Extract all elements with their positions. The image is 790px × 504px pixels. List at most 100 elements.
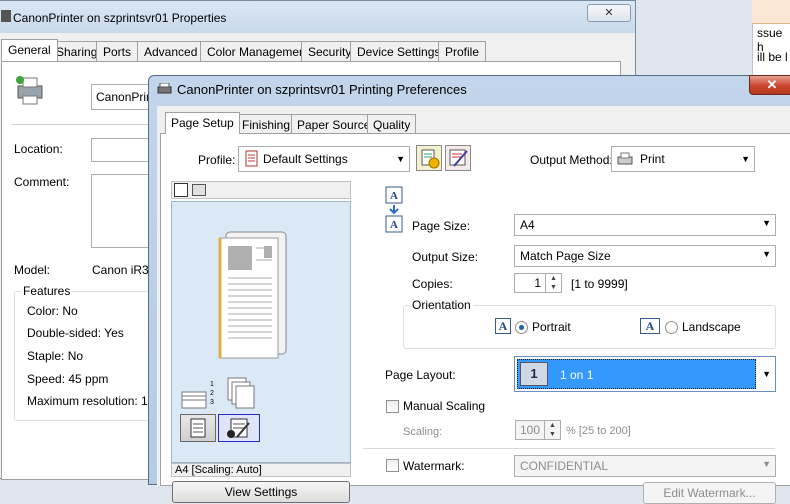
page-size-dropdown[interactable]: A4 ▼ — [514, 214, 776, 236]
edit-profile-icon — [449, 149, 468, 167]
svg-text:2: 2 — [210, 390, 214, 397]
watermark-value: CONFIDENTIAL — [520, 459, 609, 473]
scaling-range: % [25 to 200] — [566, 425, 631, 437]
copies-spinner[interactable]: 1 ▲ ▼ — [514, 273, 562, 293]
output-stack-icon: 1 2 3 — [181, 377, 255, 409]
preview-printer-icon[interactable] — [192, 184, 206, 196]
profile-icon — [245, 150, 258, 167]
watermark-label: Watermark: — [403, 459, 465, 473]
portrait-radio[interactable] — [515, 321, 528, 334]
properties-title: CanonPrinter on szprintsvr01 Properties — [13, 11, 227, 25]
divider — [12, 124, 152, 125]
page-layout-selected: 1 1 on 1 — [517, 359, 756, 389]
output-method-label: Output Method: — [530, 153, 613, 167]
tab-advanced[interactable]: Advanced — [137, 41, 205, 61]
properties-titlebar: CanonPrinter on szprintsvr01 Properties … — [0, 1, 635, 33]
output-method-dropdown[interactable]: Print ▼ — [611, 146, 755, 172]
background-window-banner — [752, 0, 790, 24]
tab-ports[interactable]: Ports — [96, 41, 139, 61]
landscape-icon: A — [640, 318, 660, 334]
add-profile-button[interactable] — [416, 145, 442, 171]
edit-profile-button[interactable] — [445, 145, 471, 171]
background-text-line: ill be l — [757, 50, 788, 64]
chevron-down-icon: ▼ — [762, 459, 771, 469]
profile-value: Default Settings — [263, 152, 348, 166]
page-setup-panel: Profile: Default Settings ▼ Output Metho… — [160, 133, 790, 504]
copies-range: [1 to 9999] — [571, 277, 628, 291]
feature-speed: Speed: 45 ppm — [27, 372, 109, 386]
preview-caption: A4 [Scaling: Auto] — [171, 463, 351, 477]
tab-general[interactable]: General — [1, 39, 58, 61]
chevron-down-icon: ▼ — [762, 249, 771, 259]
watermark-dropdown[interactable]: CONFIDENTIAL ▼ — [514, 455, 776, 477]
printer-icon — [157, 83, 172, 94]
svg-text:3: 3 — [210, 399, 214, 406]
tab-color-management[interactable]: Color Management — [200, 41, 317, 61]
landscape-label: Landscape — [682, 320, 741, 334]
tab-quality[interactable]: Quality — [367, 114, 417, 134]
svg-text:A: A — [390, 219, 398, 231]
manual-scaling-checkbox[interactable] — [386, 400, 399, 413]
page-layout-dropdown[interactable]: 1 1 on 1 ▼ — [514, 356, 776, 392]
spinner-arrows-icon[interactable]: ▲ ▼ — [545, 274, 561, 292]
divider — [363, 448, 775, 449]
tab-device-settings[interactable]: Device Settings — [350, 41, 448, 61]
output-method-value: Print — [640, 152, 665, 166]
comment-field[interactable] — [91, 174, 151, 248]
tab-profile[interactable]: Profile — [438, 41, 487, 61]
chevron-down-icon: ▼ — [762, 218, 771, 228]
portrait-icon: A — [495, 318, 511, 334]
print-icon — [617, 152, 633, 165]
settings-edit-icon — [227, 418, 250, 438]
preferences-body: Page Setup Finishing Paper Source Qualit… — [157, 106, 790, 504]
features-title: Features — [21, 284, 73, 298]
preview-page-icon[interactable] — [174, 183, 188, 197]
preview-toolbar — [171, 181, 351, 199]
feature-double-sided: Double-sided: Yes — [27, 326, 124, 340]
chevron-down-icon: ▼ — [741, 154, 750, 164]
location-field[interactable] — [91, 138, 151, 162]
preview-panel: 1 2 3 — [171, 201, 351, 463]
page-size-label: Page Size: — [412, 219, 471, 233]
scaling-label: Scaling: — [403, 426, 443, 438]
settings-view-button[interactable] — [218, 414, 260, 442]
svg-text:A: A — [390, 190, 398, 202]
page-size-icon: A A — [385, 186, 403, 233]
tab-finishing[interactable]: Finishing — [236, 114, 297, 134]
page-size-value: A4 — [520, 218, 535, 232]
preferences-title: CanonPrinter on szprintsvr01 Printing Pr… — [177, 82, 467, 97]
chevron-down-icon: ▼ — [762, 369, 771, 379]
location-label: Location: — [14, 142, 63, 156]
scaling-value: 100 — [519, 423, 540, 437]
properties-close-button[interactable]: ✕ — [587, 4, 631, 22]
page-icon — [190, 418, 206, 438]
scaling-spinner[interactable]: 100 ▲ ▼ — [515, 420, 561, 440]
copies-value: 1 — [534, 276, 541, 290]
orientation-group: Orientation A Portrait A Landscape — [403, 298, 776, 349]
profile-label: Profile: — [198, 153, 236, 167]
profile-dropdown[interactable]: Default Settings ▼ — [238, 146, 410, 172]
feature-color: Color: No — [27, 304, 78, 318]
page-layout-label: Page Layout: — [385, 368, 456, 382]
comment-label: Comment: — [14, 175, 70, 189]
spinner-arrows-icon[interactable]: ▲ ▼ — [544, 421, 560, 439]
model-value: Canon iR3: — [92, 263, 153, 277]
printer-name-value: CanonPrin — [96, 90, 153, 104]
tab-paper-source[interactable]: Paper Source — [291, 114, 377, 134]
edit-watermark-button[interactable]: Edit Watermark... — [643, 482, 776, 504]
output-size-dropdown[interactable]: Match Page Size ▼ — [514, 245, 776, 267]
landscape-radio[interactable] — [665, 321, 678, 334]
portrait-label: Portrait — [532, 320, 571, 334]
watermark-checkbox[interactable] — [386, 459, 399, 472]
orientation-title: Orientation — [410, 298, 473, 312]
feature-staple: Staple: No — [27, 349, 84, 363]
tab-page-setup[interactable]: Page Setup — [165, 112, 240, 134]
view-settings-button[interactable]: View Settings — [172, 481, 350, 503]
page-layout-value: 1 on 1 — [560, 368, 594, 382]
model-label: Model: — [14, 263, 51, 277]
copies-label: Copies: — [412, 277, 453, 291]
printer-icon — [1, 10, 11, 22]
svg-text:1: 1 — [210, 381, 214, 388]
page-view-button[interactable] — [180, 414, 216, 442]
preferences-close-button[interactable]: ✕ — [749, 75, 790, 95]
